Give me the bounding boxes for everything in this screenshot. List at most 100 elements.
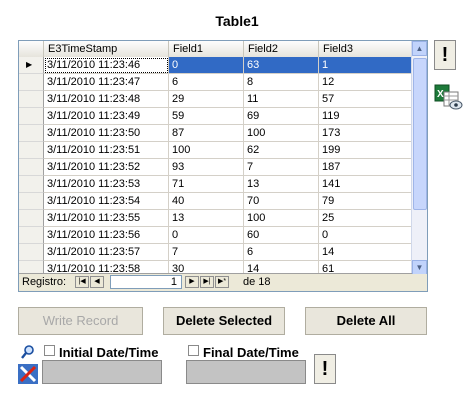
table-row[interactable]: 3/11/2010 11:23:51 100 62 199 xyxy=(44,142,412,159)
table-cell[interactable]: 93 xyxy=(169,159,244,176)
data-grid[interactable]: E3TimeStamp Field1 Field2 Field3 ▶ 3/11/2… xyxy=(18,40,428,292)
table-cell[interactable]: 3/11/2010 11:23:56 xyxy=(44,227,169,244)
table-cell[interactable]: 6 xyxy=(244,244,319,261)
delete-selected-button[interactable]: Delete Selected xyxy=(163,307,285,335)
next-record-icon[interactable]: ▶ xyxy=(185,276,199,288)
row-selector[interactable] xyxy=(19,159,44,176)
table-cell[interactable]: 3/11/2010 11:23:51 xyxy=(44,142,169,159)
table-cell[interactable]: 63 xyxy=(244,57,319,74)
table-row[interactable]: 3/11/2010 11:23:46 0 63 1 xyxy=(44,57,412,74)
table-cell[interactable]: 11 xyxy=(244,91,319,108)
table-cell[interactable]: 13 xyxy=(244,176,319,193)
table-cell[interactable]: 3/11/2010 11:23:52 xyxy=(44,159,169,176)
new-record-icon[interactable]: ▶* xyxy=(215,276,229,288)
table-row[interactable]: 3/11/2010 11:23:49 59 69 119 xyxy=(44,108,412,125)
table-cell[interactable]: 100 xyxy=(169,142,244,159)
table-cell[interactable]: 60 xyxy=(244,227,319,244)
table-row[interactable]: 3/11/2010 11:23:57 7 6 14 xyxy=(44,244,412,261)
final-date-checkbox-box[interactable] xyxy=(188,345,199,356)
table-cell[interactable]: 59 xyxy=(169,108,244,125)
row-selector[interactable] xyxy=(19,91,44,108)
table-cell[interactable]: 141 xyxy=(319,176,412,193)
row-selector[interactable] xyxy=(19,227,44,244)
table-cell[interactable]: 100 xyxy=(244,125,319,142)
scroll-up-icon[interactable]: ▲ xyxy=(412,41,427,56)
refresh-exclamation-button[interactable]: ! xyxy=(434,40,456,70)
row-selector[interactable] xyxy=(19,74,44,91)
table-cell[interactable]: 71 xyxy=(169,176,244,193)
row-selector[interactable] xyxy=(19,142,44,159)
delete-all-button[interactable]: Delete All xyxy=(305,307,427,335)
initial-date-checkbox-box[interactable] xyxy=(44,345,55,356)
table-cell[interactable]: 57 xyxy=(319,91,412,108)
excel-export-icon[interactable]: X xyxy=(434,84,464,112)
table-cell[interactable]: 3/11/2010 11:23:50 xyxy=(44,125,169,142)
table-cell[interactable]: 3/11/2010 11:23:55 xyxy=(44,210,169,227)
row-selector[interactable] xyxy=(19,210,44,227)
record-number-input[interactable]: 1 xyxy=(110,275,182,289)
table-cell[interactable]: 69 xyxy=(244,108,319,125)
apply-filter-exclamation-button[interactable]: ! xyxy=(314,354,336,384)
row-selector[interactable] xyxy=(19,108,44,125)
column-header-e3timestamp[interactable]: E3TimeStamp xyxy=(44,41,169,57)
table-cell[interactable]: 14 xyxy=(319,244,412,261)
table-cell[interactable]: 12 xyxy=(319,74,412,91)
table-cell[interactable]: 1 xyxy=(319,57,412,74)
row-selector[interactable] xyxy=(19,125,44,142)
table-cell[interactable]: 87 xyxy=(169,125,244,142)
table-cell[interactable]: 3/11/2010 11:23:46 xyxy=(44,57,169,74)
vertical-scrollbar[interactable]: ▲ ▼ xyxy=(411,41,427,275)
first-record-icon[interactable]: |◀ xyxy=(75,276,89,288)
table-cell[interactable]: 40 xyxy=(169,193,244,210)
table-cell[interactable]: 173 xyxy=(319,125,412,142)
table-cell[interactable]: 8 xyxy=(244,74,319,91)
table-cell[interactable]: 119 xyxy=(319,108,412,125)
tools-icon[interactable] xyxy=(18,364,38,384)
table-cell[interactable]: 13 xyxy=(169,210,244,227)
table-cell[interactable]: 79 xyxy=(319,193,412,210)
table-cell[interactable]: 7 xyxy=(169,244,244,261)
table-cell[interactable]: 6 xyxy=(169,74,244,91)
table-cell[interactable]: 0 xyxy=(169,227,244,244)
table-row[interactable]: 3/11/2010 11:23:52 93 7 187 xyxy=(44,159,412,176)
table-row[interactable]: 3/11/2010 11:23:56 0 60 0 xyxy=(44,227,412,244)
table-row[interactable]: 3/11/2010 11:23:50 87 100 173 xyxy=(44,125,412,142)
scroll-thumb[interactable] xyxy=(413,58,427,210)
row-selector[interactable] xyxy=(19,244,44,261)
table-cell[interactable]: 0 xyxy=(319,227,412,244)
table-cell[interactable]: 3/11/2010 11:23:48 xyxy=(44,91,169,108)
final-date-checkbox[interactable]: Final Date/Time xyxy=(188,345,299,360)
table-cell[interactable]: 7 xyxy=(244,159,319,176)
table-cell[interactable]: 29 xyxy=(169,91,244,108)
row-selector[interactable]: ▶ xyxy=(19,57,44,74)
table-cell[interactable]: 3/11/2010 11:23:47 xyxy=(44,74,169,91)
row-selector[interactable] xyxy=(19,193,44,210)
initial-date-input[interactable] xyxy=(42,360,162,384)
scroll-down-icon[interactable]: ▼ xyxy=(412,260,427,275)
table-cell[interactable]: 3/11/2010 11:23:54 xyxy=(44,193,169,210)
table-row[interactable]: 3/11/2010 11:23:54 40 70 79 xyxy=(44,193,412,210)
table-cell[interactable]: 70 xyxy=(244,193,319,210)
table-cell[interactable]: 3/11/2010 11:23:49 xyxy=(44,108,169,125)
table-cell[interactable]: 3/11/2010 11:23:53 xyxy=(44,176,169,193)
table-row[interactable]: 3/11/2010 11:23:53 71 13 141 xyxy=(44,176,412,193)
previous-record-icon[interactable]: ◀ xyxy=(90,276,104,288)
table-cell[interactable]: 0 xyxy=(169,57,244,74)
write-record-button[interactable]: Write Record xyxy=(18,307,143,335)
search-icon[interactable] xyxy=(20,344,36,360)
table-cell[interactable]: 62 xyxy=(244,142,319,159)
table-cell[interactable]: 25 xyxy=(319,210,412,227)
table-row[interactable]: 3/11/2010 11:23:47 6 8 12 xyxy=(44,74,412,91)
row-selector[interactable] xyxy=(19,176,44,193)
table-row[interactable]: 3/11/2010 11:23:48 29 11 57 xyxy=(44,91,412,108)
column-header-field1[interactable]: Field1 xyxy=(169,41,244,57)
table-row[interactable]: 3/11/2010 11:23:55 13 100 25 xyxy=(44,210,412,227)
table-cell[interactable]: 100 xyxy=(244,210,319,227)
column-header-field2[interactable]: Field2 xyxy=(244,41,319,57)
last-record-icon[interactable]: ▶| xyxy=(200,276,214,288)
table-cell[interactable]: 199 xyxy=(319,142,412,159)
final-date-input[interactable] xyxy=(186,360,306,384)
column-header-field3[interactable]: Field3 xyxy=(319,41,412,57)
table-cell[interactable]: 187 xyxy=(319,159,412,176)
table-cell[interactable]: 3/11/2010 11:23:57 xyxy=(44,244,169,261)
